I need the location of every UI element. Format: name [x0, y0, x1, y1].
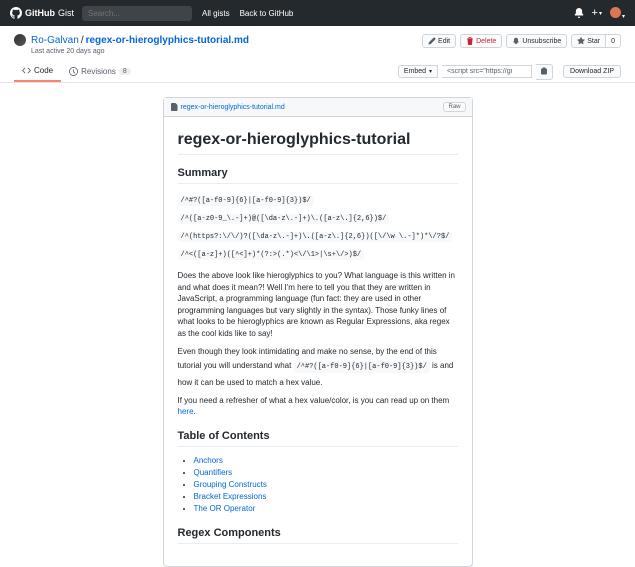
toc-anchors[interactable]: Anchors: [194, 456, 223, 465]
tab-code[interactable]: Code: [14, 61, 61, 82]
breadcrumb: Ro-Galvan/regex-or-hieroglyphics-tutoria…: [31, 35, 249, 46]
header-actions: Edit Delete Unsubscribe Star 0: [422, 34, 621, 48]
breadcrumb-sep: /: [81, 35, 84, 46]
topbar-right: +▾ ▾: [574, 7, 625, 20]
notifications-icon[interactable]: [574, 8, 584, 18]
code-icon: [22, 66, 31, 75]
history-icon: [69, 67, 78, 76]
avatar-icon: [610, 7, 621, 18]
file-icon: [170, 103, 178, 111]
tab-revisions[interactable]: Revisions8: [61, 62, 139, 81]
raw-button[interactable]: Raw: [443, 102, 465, 112]
doc-title: regex-or-hieroglyphics-tutorial: [178, 131, 458, 155]
logo-text-a: GitHub: [25, 8, 55, 18]
nav-back-github[interactable]: Back to GitHub: [240, 9, 294, 18]
link-here[interactable]: here: [178, 407, 194, 416]
file-box: regex-or-hieroglyphics-tutorial.md Raw r…: [163, 97, 473, 567]
code-inline: /^#?([a-f0-9]{6}|[a-f0-9]{3})$/: [294, 361, 430, 373]
revisions-count: 8: [119, 68, 131, 75]
code-regex-2: /^([a-z0-9_\.-]+)@([\da-z\.-]+)\.([a-z\.…: [178, 214, 390, 224]
search-input[interactable]: [82, 6, 192, 21]
topbar: GitHub Gist All gists Back to GitHub +▾ …: [0, 0, 635, 26]
copy-button[interactable]: [536, 64, 553, 80]
file-name-link[interactable]: regex-or-hieroglyphics-tutorial.md: [181, 104, 285, 111]
tabs-row: Code Revisions8 Embed ▾ Download ZIP: [0, 61, 635, 83]
para-intro: Does the above look like hieroglyphics t…: [178, 270, 458, 340]
gist-header: Ro-Galvan/regex-or-hieroglyphics-tutoria…: [0, 26, 635, 55]
toc-list: Anchors Quantifiers Grouping Constructs …: [178, 455, 458, 515]
star-icon: [577, 37, 585, 45]
user-menu[interactable]: ▾: [610, 7, 625, 20]
pencil-icon: [428, 37, 436, 45]
heading-summary: Summary: [178, 167, 458, 184]
star-group: Star 0: [571, 34, 621, 48]
edit-button[interactable]: Edit: [422, 34, 456, 48]
heading-toc: Table of Contents: [178, 430, 458, 447]
star-count[interactable]: 0: [606, 34, 621, 48]
last-active: Last active 20 days ago: [31, 48, 249, 55]
toc-or[interactable]: The OR Operator: [194, 504, 256, 513]
breadcrumb-file[interactable]: regex-or-hieroglyphics-tutorial.md: [86, 35, 249, 46]
toc-quantifiers[interactable]: Quantifiers: [194, 468, 233, 477]
bell-slash-icon: [512, 37, 520, 45]
file-header: regex-or-hieroglyphics-tutorial.md Raw: [164, 98, 472, 117]
logo-text-b: Gist: [58, 8, 74, 18]
para-tutorial: Even though they look intimidating and m…: [178, 346, 458, 389]
breadcrumb-user[interactable]: Ro-Galvan: [31, 35, 79, 46]
new-gist-icon[interactable]: +▾: [592, 7, 602, 19]
delete-button[interactable]: Delete: [460, 34, 502, 48]
embed-dropdown[interactable]: Embed ▾: [398, 65, 438, 78]
markdown-body: regex-or-hieroglyphics-tutorial Summary …: [164, 117, 472, 566]
download-zip-button[interactable]: Download ZIP: [563, 65, 621, 78]
heading-components: Regex Components: [178, 527, 458, 544]
author-avatar[interactable]: [14, 34, 26, 46]
unsubscribe-button[interactable]: Unsubscribe: [506, 34, 567, 48]
embed-url-input[interactable]: [442, 65, 532, 78]
toc-grouping[interactable]: Grouping Constructs: [194, 480, 267, 489]
logo[interactable]: GitHub Gist: [10, 7, 74, 19]
nav-links: All gists Back to GitHub: [202, 9, 293, 18]
code-regex-4: /^<([a-z]+)([^<]+)*(?:>(.*)<\/\1>|\s+\/>…: [178, 250, 365, 260]
clipboard-icon: [540, 67, 548, 75]
trash-icon: [466, 37, 474, 45]
para-refresher: If you need a refresher of what a hex va…: [178, 395, 458, 418]
nav-all-gists[interactable]: All gists: [202, 9, 230, 18]
content: regex-or-hieroglyphics-tutorial.md Raw r…: [163, 97, 473, 567]
code-regex-1: /^#?([a-f0-9]{6}|[a-f0-9]{3})$/: [178, 196, 314, 206]
star-button[interactable]: Star: [571, 34, 606, 48]
github-icon: [10, 7, 22, 19]
tabs-right: Embed ▾ Download ZIP: [398, 64, 621, 80]
code-regex-3: /^(https?:\/\/)?([\da-z\.-]+)\.([a-z\.]{…: [178, 232, 453, 242]
